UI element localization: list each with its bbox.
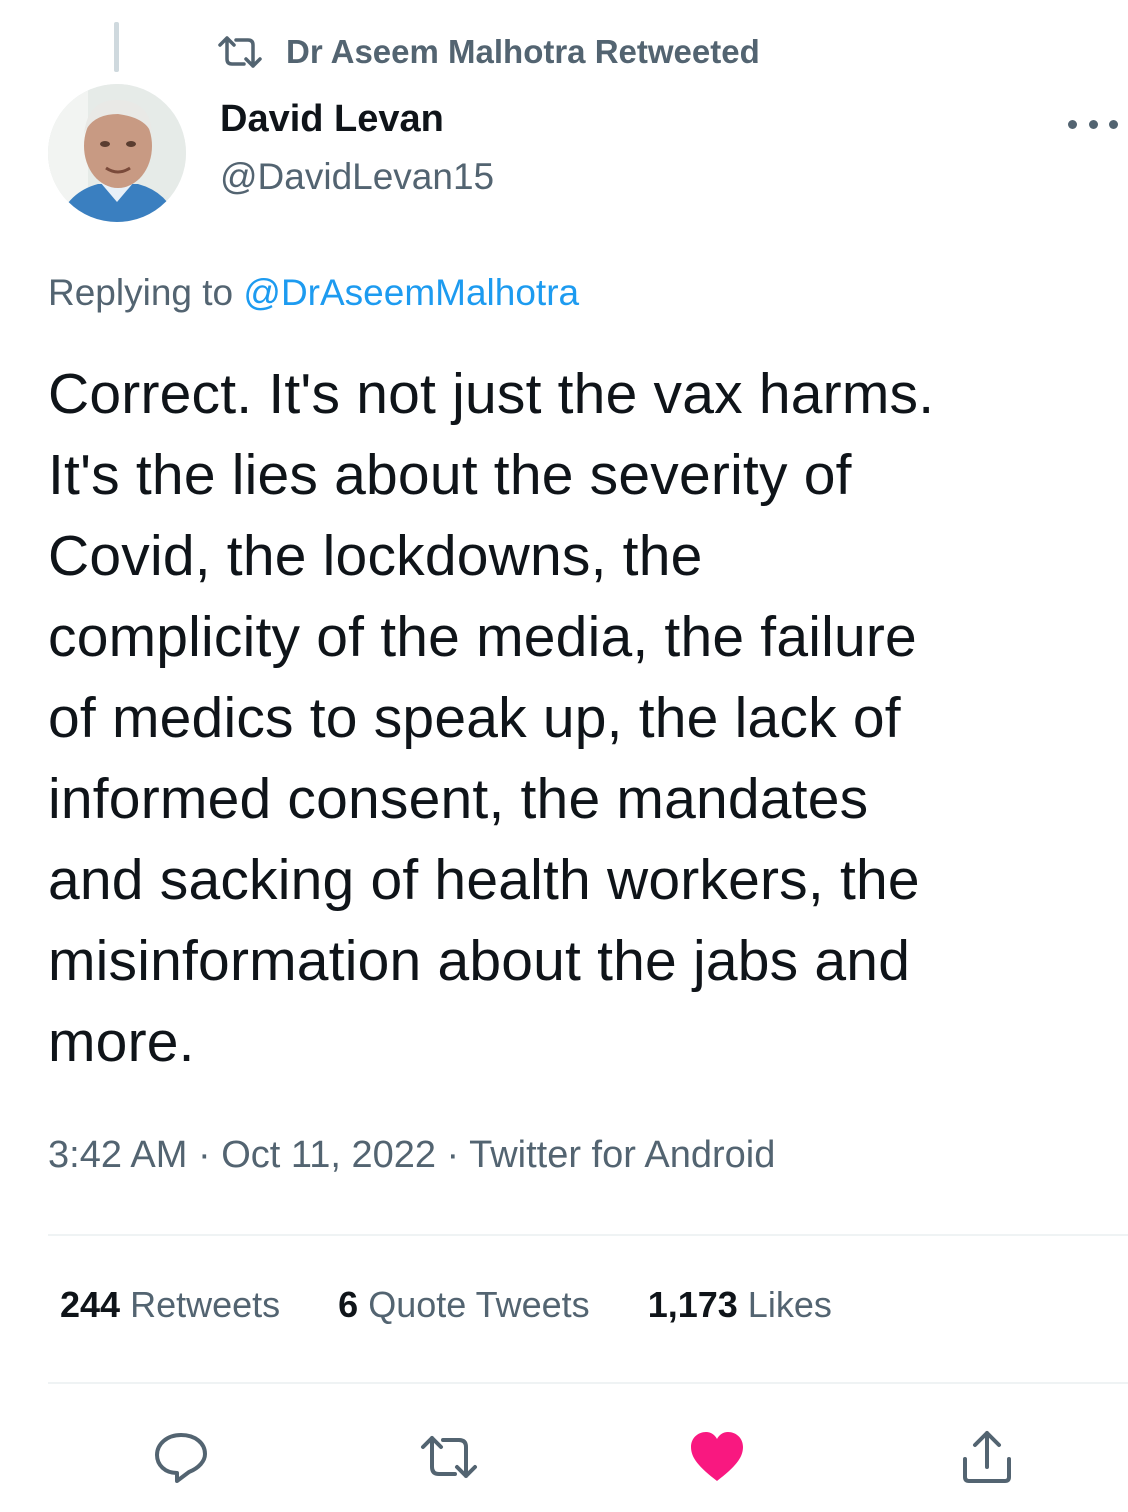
tweet-line: and sacking of health workers, the: [48, 848, 920, 912]
retweet-button[interactable]: [414, 1422, 484, 1492]
tweet-client[interactable]: Twitter for Android: [469, 1134, 775, 1176]
tweet-line: informed consent, the mandates: [48, 767, 869, 831]
meta-separator: ·: [187, 1134, 222, 1176]
like-button[interactable]: [682, 1422, 752, 1492]
tweet-line: It's the lies about the severity of: [48, 443, 852, 507]
avatar-photo: [48, 84, 186, 222]
retweets-label: Retweets: [130, 1284, 281, 1325]
meta-separator: ·: [435, 1134, 470, 1176]
heart-icon: [691, 1432, 743, 1481]
tweet-meta: 3:42 AM · Oct 11, 2022 · Twitter for And…: [48, 1134, 775, 1177]
tweet-stats: 244 Retweets 6 Quote Tweets 1,173 Likes: [60, 1284, 832, 1326]
tweet-line: Covid, the lockdowns, the: [48, 524, 703, 588]
reply-button[interactable]: [146, 1422, 216, 1492]
likes-stat[interactable]: 1,173 Likes: [648, 1284, 832, 1326]
more-dot: [1109, 119, 1118, 129]
more-options-icon[interactable]: [1068, 104, 1118, 144]
tweet-line: of medics to speak up, the lack of: [48, 686, 901, 750]
tweet-date[interactable]: Oct 11, 2022: [221, 1134, 436, 1176]
thread-connector-line: [114, 22, 119, 72]
tweet-line: Correct. It's not just the vax harms.: [48, 362, 935, 426]
divider: [48, 1234, 1128, 1236]
tweet-text: Correct. It's not just the vax harms. It…: [48, 354, 1118, 1083]
retweets-stat[interactable]: 244 Retweets: [60, 1284, 280, 1326]
author-handle[interactable]: @DavidLevan15: [220, 156, 494, 198]
retweet-icon: [218, 36, 262, 68]
quote-tweets-stat[interactable]: 6 Quote Tweets: [338, 1284, 590, 1326]
share-icon: [963, 1431, 1011, 1483]
more-dot: [1068, 119, 1077, 129]
likes-label: Likes: [747, 1284, 832, 1325]
replying-to: Replying to @DrAseemMalhotra: [48, 272, 579, 314]
share-button[interactable]: [952, 1422, 1022, 1492]
reply-mention-link[interactable]: @DrAseemMalhotra: [243, 272, 579, 313]
tweet-line: more.: [48, 1010, 195, 1074]
retweets-count: 244: [60, 1284, 121, 1325]
avatar[interactable]: [48, 84, 186, 222]
author-name[interactable]: David Levan: [220, 98, 444, 141]
divider: [48, 1382, 1128, 1384]
likes-count: 1,173: [647, 1284, 738, 1325]
retweet-banner-text[interactable]: Dr Aseem Malhotra Retweeted: [286, 33, 760, 71]
retweet-icon: [421, 1436, 477, 1478]
more-dot: [1088, 119, 1098, 129]
action-bar: [0, 1422, 1128, 1492]
retweet-banner[interactable]: Dr Aseem Malhotra Retweeted: [216, 28, 760, 76]
tweet-line: complicity of the media, the failure: [48, 605, 917, 669]
quotes-label: Quote Tweets: [368, 1284, 590, 1325]
tweet-line: misinformation about the jabs and: [48, 929, 911, 993]
tweet-time[interactable]: 3:42 AM: [48, 1134, 187, 1176]
reply-icon: [155, 1433, 207, 1483]
replying-prefix: Replying to: [48, 272, 244, 313]
quotes-count: 6: [338, 1284, 359, 1325]
